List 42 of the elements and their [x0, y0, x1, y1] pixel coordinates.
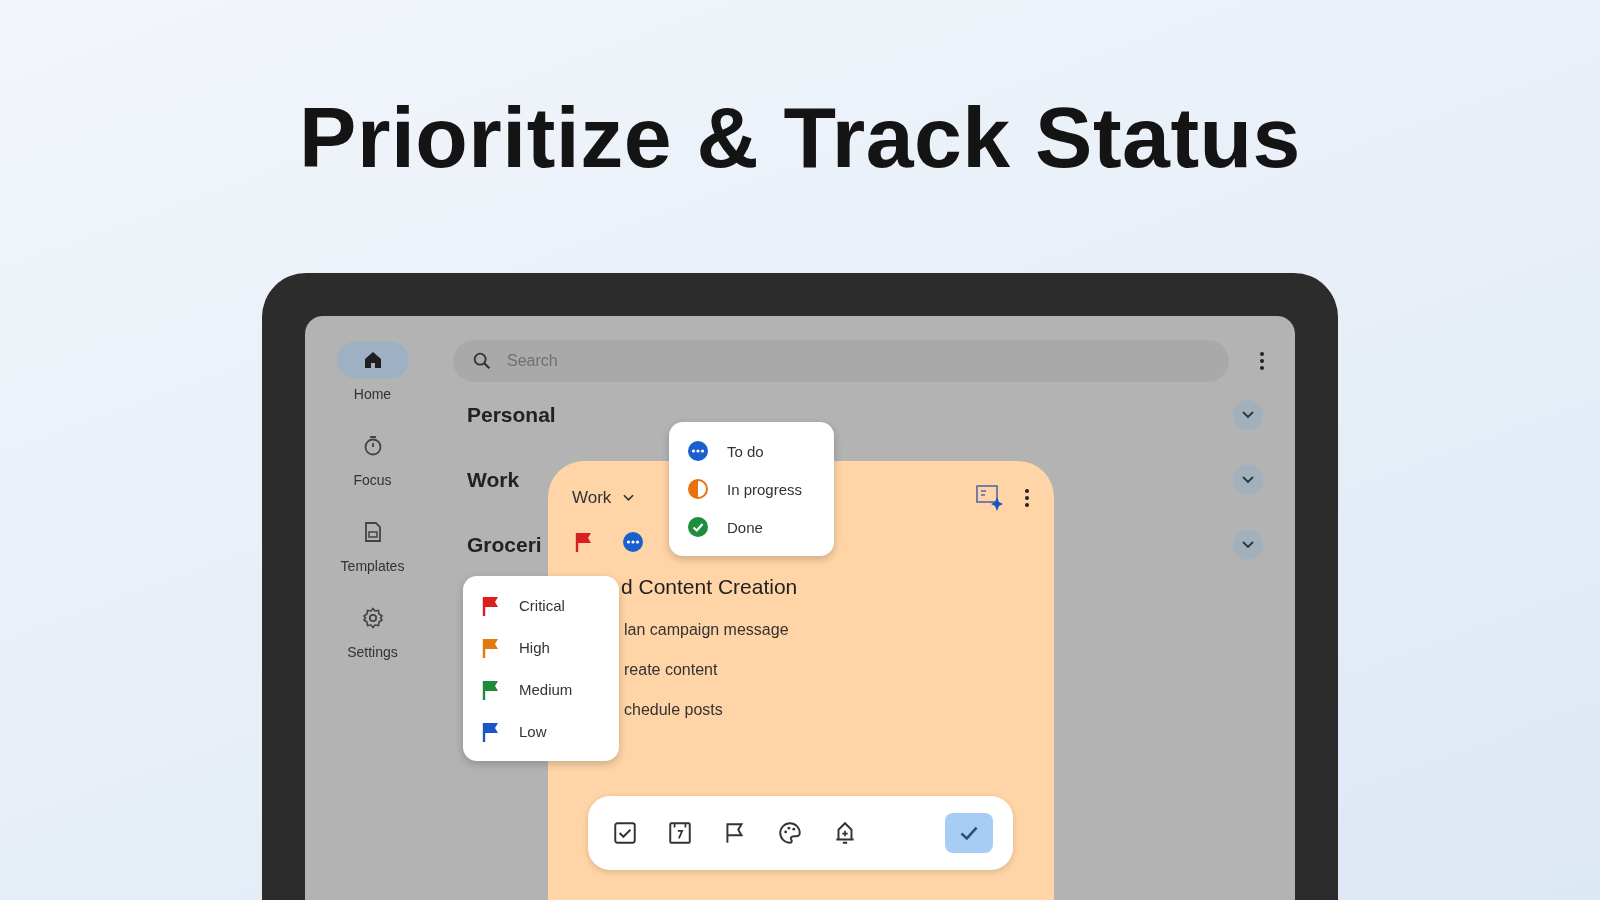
status-icon[interactable]	[687, 440, 709, 462]
chevron-icon	[1242, 410, 1254, 419]
nav-item[interactable]: Settings	[336, 600, 409, 668]
chevron-icon	[1242, 475, 1254, 484]
category-dropdown[interactable]: Work	[572, 488, 635, 508]
checkbox-icon[interactable]	[612, 820, 638, 846]
nav-item[interactable]: Focus	[336, 428, 409, 496]
more-icon[interactable]	[1259, 351, 1265, 371]
nav-item[interactable]: Templates	[336, 514, 409, 582]
search-icon	[471, 350, 493, 372]
section-title: Groceri	[467, 532, 542, 557]
ai-sparkle-icon[interactable]	[974, 483, 1004, 513]
headline: Prioritize & Track Status	[299, 88, 1301, 184]
menu-item[interactable]: To do	[687, 440, 816, 462]
palette-icon[interactable]	[777, 820, 803, 846]
note-title: d Content Creation	[620, 575, 799, 599]
chevron-icon	[1242, 540, 1254, 549]
status-icon[interactable]	[687, 478, 709, 500]
more-icon[interactable]	[1024, 488, 1030, 508]
menu-item[interactable]: In progress	[687, 478, 816, 500]
flag-icon[interactable]	[481, 720, 501, 743]
expand-button[interactable]	[1233, 464, 1263, 495]
status-icon[interactable]	[687, 516, 709, 538]
checklist-item: chedule posts	[623, 701, 724, 719]
menu-item[interactable]: Medium	[481, 678, 601, 701]
menu-item[interactable]: Done	[687, 516, 816, 538]
section-title: Personal	[467, 402, 556, 427]
checklist-item: reate content	[623, 661, 719, 679]
menu-item[interactable]: Critical	[481, 594, 601, 617]
search-field[interactable]: Search	[453, 340, 1229, 382]
chevron-icon	[623, 494, 635, 502]
status-icon[interactable]	[622, 531, 644, 553]
gear-icon	[360, 606, 385, 630]
expand-button[interactable]	[1233, 529, 1263, 560]
calendar-icon[interactable]	[667, 820, 693, 846]
done-button[interactable]	[945, 813, 993, 853]
menu-item[interactable]: High	[481, 636, 601, 659]
checklist-item: lan campaign message	[623, 621, 790, 639]
section-title: Work	[467, 467, 520, 492]
priority-flag-icon[interactable]	[574, 531, 594, 553]
expand-button[interactable]	[1233, 399, 1263, 430]
menu-item[interactable]: Low	[481, 720, 601, 743]
